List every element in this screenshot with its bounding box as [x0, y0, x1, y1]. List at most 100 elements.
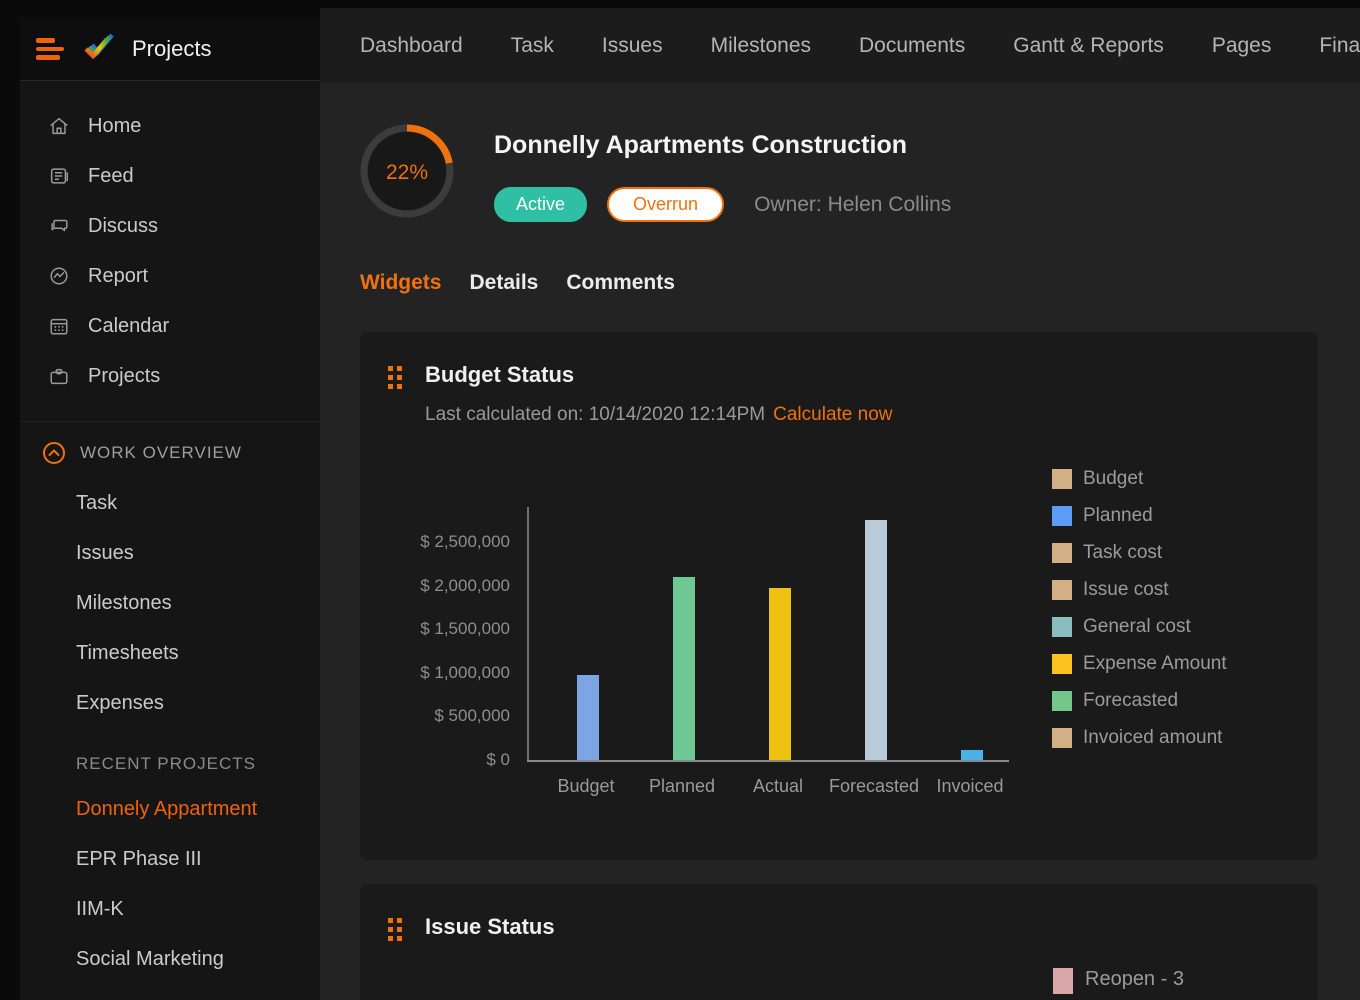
tab-details[interactable]: Details	[469, 271, 538, 295]
legend-label: Forecasted	[1083, 690, 1178, 712]
topnav-item-milestones[interactable]: Milestones	[711, 34, 811, 58]
topnav-item-pages[interactable]: Pages	[1212, 34, 1272, 58]
sidebar-item-timesheets[interactable]: Timesheets	[20, 628, 320, 678]
fade-overlay	[274, 934, 320, 984]
recent-project-iim-k[interactable]: IIM-K	[20, 884, 320, 934]
y-tick-label: $ 500,000	[360, 706, 510, 726]
fade-overlay	[274, 784, 320, 834]
sidebar-item-projects[interactable]: Projects	[20, 351, 320, 401]
chart-bar-budget	[577, 675, 599, 760]
issue-widget-title: Issue Status	[425, 914, 555, 940]
sidebar-item-feed[interactable]: Feed	[20, 151, 320, 201]
sidebar-menu: Home Feed Discuss Report Calendar Projects	[20, 81, 320, 401]
legend-swatch	[1052, 728, 1072, 748]
topnav-item-finance[interactable]: Finance	[1319, 34, 1360, 58]
hamburger-menu-icon[interactable]	[36, 38, 64, 60]
recent-projects-items: Donnely AppartmentEPR Phase IIIIIM-KSoci…	[20, 784, 320, 984]
chart-bar-forecasted	[865, 520, 887, 760]
sidebar-item-expenses[interactable]: Expenses	[20, 678, 320, 728]
y-tick-label: $ 0	[360, 750, 510, 770]
brand-name: Projects	[132, 36, 211, 62]
project-progress-ring: 22%	[359, 123, 455, 219]
sidebar-item-calendar[interactable]: Calendar	[20, 301, 320, 351]
chart-bar-planned	[673, 577, 695, 760]
legend-label: Invoiced amount	[1083, 727, 1222, 749]
topnav-item-task[interactable]: Task	[511, 34, 554, 58]
sidebar-item-label: Home	[88, 115, 141, 138]
project-title: Donnelly Apartments Construction	[494, 131, 907, 160]
discuss-icon	[48, 215, 70, 237]
legend-item-budget: Budget	[1052, 468, 1227, 490]
tab-comments[interactable]: Comments	[566, 271, 675, 295]
top-navigation: Dashboard Task Issues Milestones Documents Ga…	[320, 8, 1360, 83]
sidebar-item-label: Discuss	[88, 215, 158, 238]
tab-widgets[interactable]: Widgets	[360, 271, 441, 295]
topnav-item-issues[interactable]: Issues	[602, 34, 663, 58]
collapse-chevron-icon[interactable]	[42, 441, 66, 465]
legend-swatch	[1052, 580, 1072, 600]
issue-chart-legend: Reopen - 3	[1053, 968, 1184, 994]
recent-projects-label: RECENT PROJECTS	[20, 744, 320, 784]
x-category-label: Actual	[728, 776, 828, 797]
status-badge-active: Active	[494, 187, 587, 222]
legend-item-invoiced-amount: Invoiced amount	[1052, 727, 1227, 749]
sidebar-item-label: Projects	[88, 365, 160, 388]
legend-label: Expense Amount	[1083, 653, 1227, 675]
project-owner: Owner: Helen Collins	[754, 193, 951, 217]
calendar-icon	[48, 315, 70, 337]
budget-status-widget: Budget Status Last calculated on: 10/14/…	[360, 332, 1318, 860]
drag-handle-icon[interactable]	[388, 366, 402, 389]
topnav-item-documents[interactable]: Documents	[859, 34, 965, 58]
status-badge-overrun: Overrun	[607, 187, 724, 222]
last-calculated-text: Last calculated on: 10/14/2020 12:14PM	[425, 404, 765, 425]
sidebar-header: Projects	[20, 18, 320, 81]
y-tick-label: $ 1,500,000	[360, 619, 510, 639]
recent-project-donnely-appartment[interactable]: Donnely Appartment	[20, 784, 320, 834]
legend-swatch	[1052, 506, 1072, 526]
sidebar-item-task[interactable]: Task	[20, 478, 320, 528]
y-tick-label: $ 2,500,000	[360, 532, 510, 552]
legend-item-expense-amount: Expense Amount	[1052, 653, 1227, 675]
feed-icon	[48, 165, 70, 187]
x-category-label: Invoiced	[920, 776, 1020, 797]
sidebar-item-label: Report	[88, 265, 148, 288]
legend-label: Reopen - 3	[1085, 968, 1184, 991]
budget-chart-legend: BudgetPlannedTask costIssue costGeneral …	[1052, 468, 1227, 764]
legend-swatch	[1052, 617, 1072, 637]
legend-item-planned: Planned	[1052, 505, 1227, 527]
sidebar-item-discuss[interactable]: Discuss	[20, 201, 320, 251]
y-tick-label: $ 2,000,000	[360, 576, 510, 596]
sidebar-item-issues[interactable]: Issues	[20, 528, 320, 578]
sidebar-item-label: Feed	[88, 165, 134, 188]
home-icon	[48, 115, 70, 137]
legend-label: Budget	[1083, 468, 1143, 490]
work-overview-header[interactable]: WORK OVERVIEW	[20, 428, 320, 478]
legend-swatch	[1052, 654, 1072, 674]
legend-label: Planned	[1083, 505, 1153, 527]
progress-value: 22%	[386, 161, 428, 184]
legend-swatch	[1053, 968, 1073, 994]
topnav-item-dashboard[interactable]: Dashboard	[360, 34, 463, 58]
sidebar-item-milestones[interactable]: Milestones	[20, 578, 320, 628]
recent-project-epr-phase-iii[interactable]: EPR Phase III	[20, 834, 320, 884]
legend-swatch	[1052, 543, 1072, 563]
sidebar-item-home[interactable]: Home	[20, 101, 320, 151]
budget-widget-title: Budget Status	[425, 362, 574, 388]
y-tick-label: $ 1,000,000	[360, 663, 510, 683]
recent-project-social-marketing[interactable]: Social Marketing	[20, 934, 320, 984]
legend-swatch	[1052, 469, 1072, 489]
work-overview-label: WORK OVERVIEW	[80, 443, 242, 463]
drag-handle-icon[interactable]	[388, 918, 402, 941]
budget-widget-subtitle: Last calculated on: 10/14/2020 12:14PM Ca…	[425, 404, 892, 426]
sidebar-item-report[interactable]: Report	[20, 251, 320, 301]
report-icon	[48, 265, 70, 287]
fade-overlay	[274, 884, 320, 934]
briefcase-icon	[48, 365, 70, 387]
topnav-item-gantt-reports[interactable]: Gantt & Reports	[1013, 34, 1164, 58]
work-overview-section: WORK OVERVIEW TaskIssuesMilestonesTimesh…	[20, 421, 320, 984]
calculate-now-link[interactable]: Calculate now	[773, 404, 892, 425]
fade-overlay	[274, 834, 320, 884]
legend-swatch	[1052, 691, 1072, 711]
legend-label: Issue cost	[1083, 579, 1169, 601]
legend-item-issue-cost: Issue cost	[1052, 579, 1227, 601]
